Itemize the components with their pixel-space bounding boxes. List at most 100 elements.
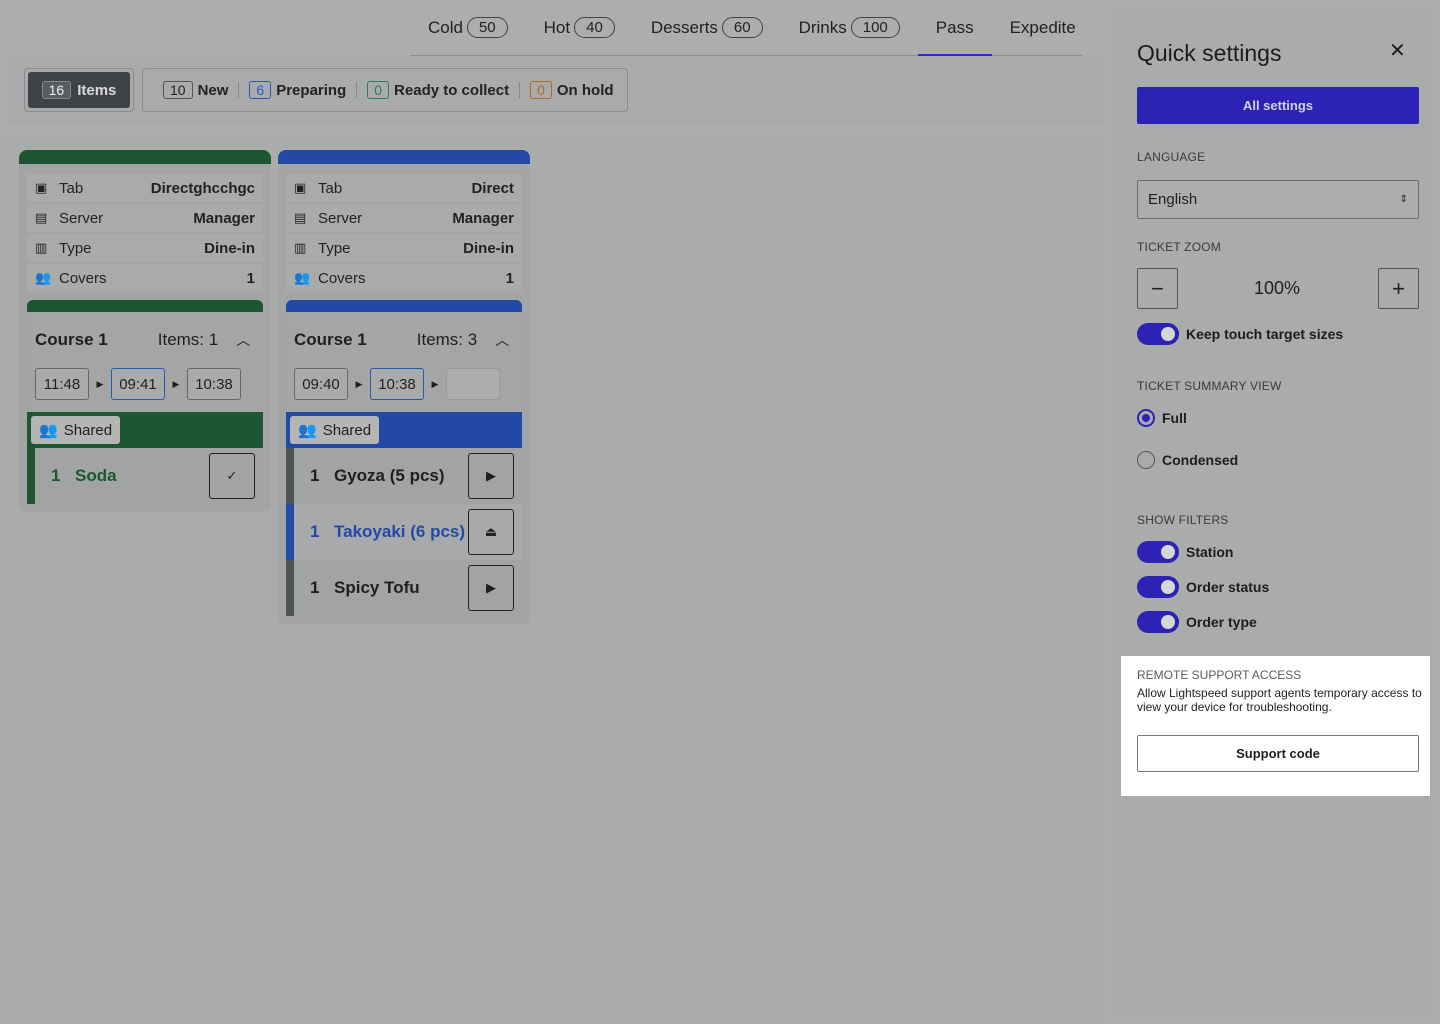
item-name: Takoyaki (6 pcs) — [334, 522, 466, 541]
status-filter-bar: 16 Items 10 New 6 Preparing 0 Ready to coll… — [8, 56, 1104, 124]
chevron-up-icon[interactable]: ︿ — [236, 330, 250, 350]
type-value: Dine-in — [204, 239, 255, 257]
condensed-label: Condensed — [1162, 452, 1239, 468]
panel-title: Quick settings — [1137, 40, 1282, 66]
tab-count: 40 — [574, 17, 615, 38]
order-type-toggle[interactable] — [1137, 611, 1179, 633]
tickets-area: ▣ Tab Directghcchgc ▤ Server Manager ▥ Type Di… — [0, 132, 1104, 1024]
ticket-covers-row: 👥 Covers 1 — [27, 264, 263, 292]
tab-count: 60 — [721, 17, 763, 38]
tab-label: Drinks — [798, 17, 847, 37]
course-item-count: Items: 3 — [416, 330, 478, 349]
ticket-server-row: ▤ Server Manager — [27, 204, 263, 232]
item-qty: 1 — [310, 578, 320, 597]
language-value: English — [1148, 191, 1198, 208]
cloche-icon[interactable]: ⏏ — [468, 509, 514, 555]
remote-support-label: REMOTE SUPPORT ACCESS — [1137, 668, 1302, 682]
quick-settings-panel: Quick settings ✕ All settings LANGUAGE E… — [1112, 8, 1432, 1016]
play-icon[interactable]: ▶ — [468, 453, 514, 499]
ticket-card[interactable]: ▣ Tab Direct ▤ Server Manager ▥ Type Dine-in 👥… — [278, 150, 530, 624]
shared-group: 👥 Shared 1 Soda ✓ — [27, 412, 263, 504]
zoom-out-button[interactable]: − — [1137, 268, 1178, 309]
course-color-bar — [286, 300, 522, 312]
item-name: Spicy Tofu — [334, 578, 420, 597]
ticket-color-bar — [278, 150, 530, 164]
shared-label: Shared — [63, 421, 113, 439]
course-times: 11:48 ▶ 09:41 ▶ 10:38 — [27, 368, 263, 400]
touch-target-label: Keep touch target sizes — [1186, 326, 1344, 342]
items-filter-button[interactable]: 16 Items — [28, 72, 130, 108]
shared-label: Shared — [322, 421, 372, 439]
chevron-updown-icon: ⇕ — [1399, 194, 1408, 205]
people-icon: 👥 — [35, 270, 52, 285]
course-section: Course 1 Items: 3 ︿ 09:40 ▶ 10:38 ▶ 👥 Sha… — [286, 300, 522, 616]
remote-support-section: REMOTE SUPPORT ACCESS Allow Lightspeed s… — [1121, 656, 1430, 796]
ticket-card[interactable]: ▣ Tab Directghcchgc ▤ Server Manager ▥ Type Di… — [19, 150, 271, 512]
time-box: 10:38 — [187, 368, 241, 400]
language-label: LANGUAGE — [1137, 150, 1206, 164]
tab-expedite[interactable]: Expedite — [992, 0, 1094, 56]
tab-drinks[interactable]: Drinks 100 — [781, 0, 918, 56]
chevron-up-icon[interactable]: ︿ — [495, 330, 509, 350]
order-status-toggle[interactable] — [1137, 576, 1179, 598]
ticket-type-row: ▥ Type Dine-in — [27, 234, 263, 262]
covers-value: 1 — [246, 269, 255, 287]
ticket-item[interactable]: 1 Gyoza (5 pcs) ▶ — [286, 448, 522, 504]
all-settings-button[interactable]: All settings — [1137, 87, 1419, 124]
order-status-label: Order status — [1186, 579, 1270, 595]
arrow-right-icon: ▶ — [355, 378, 363, 389]
ready-count: 0 — [367, 81, 390, 99]
tab-hot[interactable]: Hot 40 — [526, 0, 633, 56]
preparing-count: 6 — [249, 81, 272, 99]
course-section: Course 1 Items: 1 ︿ 11:48 ▶ 09:41 ▶ 10:3… — [27, 300, 263, 504]
tab-cold[interactable]: Cold 50 — [410, 0, 526, 56]
zoom-in-button[interactable]: + — [1378, 268, 1419, 309]
tab-pass[interactable]: Pass — [917, 0, 992, 57]
full-label: Full — [1162, 410, 1187, 426]
language-select[interactable]: English ⇕ — [1137, 180, 1419, 219]
order-status-toggle-row: Order status — [1137, 576, 1269, 598]
new-label: New — [197, 81, 229, 99]
items-count: 16 — [41, 81, 72, 99]
summary-full-option[interactable]: Full — [1137, 409, 1187, 427]
radio-selected[interactable] — [1137, 409, 1155, 427]
hold-count: 0 — [530, 81, 552, 99]
summary-condensed-option[interactable]: Condensed — [1137, 451, 1238, 469]
filter-ready[interactable]: 0 Ready to collect — [367, 81, 509, 99]
filter-preparing[interactable]: 6 Preparing — [249, 81, 346, 99]
server-label: Server — [59, 209, 104, 227]
ticket-item[interactable]: 1 Spicy Tofu ▶ — [286, 560, 522, 616]
filter-new[interactable]: 10 New — [163, 81, 228, 99]
ticket-item[interactable]: 1 Takoyaki (6 pcs) ⏏ — [286, 504, 522, 560]
station-toggle-row: Station — [1137, 541, 1233, 563]
arrow-right-icon: ▶ — [172, 378, 180, 389]
touch-target-toggle[interactable] — [1137, 323, 1179, 345]
course-header[interactable]: Course 1 Items: 1 ︿ — [27, 312, 263, 368]
cutlery-icon: ▥ — [35, 240, 48, 255]
play-icon[interactable]: ▶ — [468, 565, 514, 611]
people-icon: 👥 — [294, 270, 311, 285]
people-icon: 👥 — [298, 422, 317, 439]
ticket-covers-row: 👥 Covers 1 — [286, 264, 522, 292]
tab-desserts[interactable]: Desserts 60 — [633, 0, 781, 56]
type-label: Type — [318, 239, 351, 257]
hold-label: On hold — [556, 81, 614, 99]
tab-label: Tab — [59, 179, 84, 197]
ticket-item[interactable]: 1 Soda ✓ — [27, 448, 263, 504]
support-code-button[interactable]: Support code — [1137, 735, 1419, 772]
close-icon[interactable]: ✕ — [1389, 38, 1406, 63]
filter-on-hold[interactable]: 0 On hold — [530, 81, 614, 99]
station-toggle[interactable] — [1137, 541, 1179, 563]
items-label: Items — [77, 81, 117, 99]
server-icon: ▤ — [35, 210, 48, 225]
item-name: Soda — [75, 466, 117, 485]
course-title: Course 1 — [294, 330, 367, 349]
tab-value: Direct — [471, 179, 514, 197]
course-header[interactable]: Course 1 Items: 3 ︿ — [286, 312, 522, 368]
check-icon[interactable]: ✓ — [209, 453, 255, 499]
group-header: 👥 Shared — [27, 412, 263, 448]
divider — [519, 82, 521, 98]
arrow-right-icon: ▶ — [431, 378, 439, 389]
tab-value: Directghcchgc — [150, 179, 255, 197]
radio-unselected[interactable] — [1137, 451, 1155, 469]
